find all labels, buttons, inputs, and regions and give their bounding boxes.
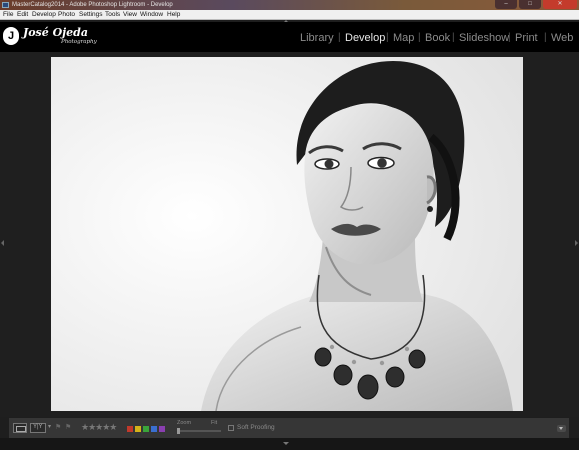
star-rating[interactable]: ★★★★★	[81, 422, 117, 433]
maximize-button[interactable]: □	[519, 0, 541, 9]
develop-toolbar: Y|Y ▾ ⚑ ⚑ ★★★★★ Zoom Fit Soft Proofing	[9, 418, 569, 438]
identity-plate-subtitle: Photography	[61, 39, 97, 45]
color-label-yellow[interactable]	[135, 426, 141, 432]
module-separator: |	[452, 32, 455, 43]
module-separator: |	[544, 32, 547, 43]
module-library[interactable]: Library	[300, 31, 334, 45]
menu-window[interactable]: Window	[140, 10, 163, 20]
flag-reject-icon[interactable]: ⚑	[65, 423, 71, 431]
zoom-slider[interactable]	[177, 428, 221, 434]
collapse-left-panel-icon[interactable]	[1, 240, 4, 246]
menu-photo[interactable]: Photo	[58, 10, 75, 20]
window-title: MasterCatalog2014 - Adobe Photoshop Ligh…	[12, 2, 173, 8]
module-map[interactable]: Map	[393, 31, 414, 45]
compare-view-icon: Y|Y	[33, 424, 43, 430]
collapse-filmstrip-icon[interactable]	[283, 442, 289, 445]
window-controls: – □ ✕	[495, 0, 577, 10]
color-label-blue[interactable]	[151, 426, 157, 432]
collapse-right-panel-icon[interactable]	[575, 240, 578, 246]
menu-help[interactable]: Help	[167, 10, 180, 20]
module-web[interactable]: Web	[551, 31, 573, 45]
menu-develop[interactable]: Develop	[32, 10, 56, 20]
menu-edit[interactable]: Edit	[17, 10, 28, 20]
lightroom-app-icon	[2, 2, 9, 8]
menu-view[interactable]: View	[123, 10, 137, 20]
filmstrip-bar	[0, 438, 579, 450]
chevron-down-icon	[559, 427, 563, 430]
identity-plate-name: José Ojeda	[23, 26, 88, 39]
module-separator: |	[508, 32, 511, 43]
menu-tools[interactable]: Tools	[105, 10, 120, 20]
photo-preview[interactable]	[51, 57, 523, 411]
module-print[interactable]: Print	[515, 31, 538, 45]
module-separator: |	[418, 32, 421, 43]
module-develop[interactable]: Develop	[345, 31, 385, 45]
module-separator: |	[338, 32, 341, 43]
loupe-view-button[interactable]	[13, 423, 27, 433]
module-book[interactable]: Book	[425, 31, 450, 45]
color-label-green[interactable]	[143, 426, 149, 432]
menu-bar: File Edit Develop Photo Settings Tools V…	[0, 10, 579, 20]
zoom-label: Zoom	[177, 420, 192, 426]
identity-plate: J José Ojeda Photography	[3, 26, 98, 50]
module-separator: |	[386, 32, 389, 43]
module-slideshow[interactable]: Slideshow	[459, 31, 509, 45]
menu-file[interactable]: File	[3, 10, 13, 20]
soft-proofing-label: Soft Proofing	[237, 424, 275, 431]
zoom-slider-handle[interactable]	[177, 428, 180, 434]
loupe-view-icon	[16, 426, 26, 432]
identity-plate-mark: J	[3, 27, 19, 45]
window-titlebar: MasterCatalog2014 - Adobe Photoshop Ligh…	[0, 0, 579, 10]
soft-proofing-checkbox[interactable]	[228, 425, 234, 431]
minimize-button[interactable]: –	[495, 0, 517, 9]
flag-icon[interactable]: ⚑	[55, 423, 61, 431]
portrait-image	[51, 57, 523, 411]
toolbar-content-menu-button[interactable]	[557, 425, 566, 432]
compare-menu-chevron-icon[interactable]: ▾	[48, 423, 51, 430]
compare-view-button[interactable]: Y|Y	[30, 423, 46, 433]
color-label-purple[interactable]	[159, 426, 165, 432]
close-button[interactable]: ✕	[543, 0, 577, 9]
menu-settings[interactable]: Settings	[79, 10, 103, 20]
module-header: J José Ojeda Photography Library | Devel…	[0, 22, 579, 52]
color-label-red[interactable]	[127, 426, 133, 432]
zoom-value: Fit	[211, 420, 218, 426]
